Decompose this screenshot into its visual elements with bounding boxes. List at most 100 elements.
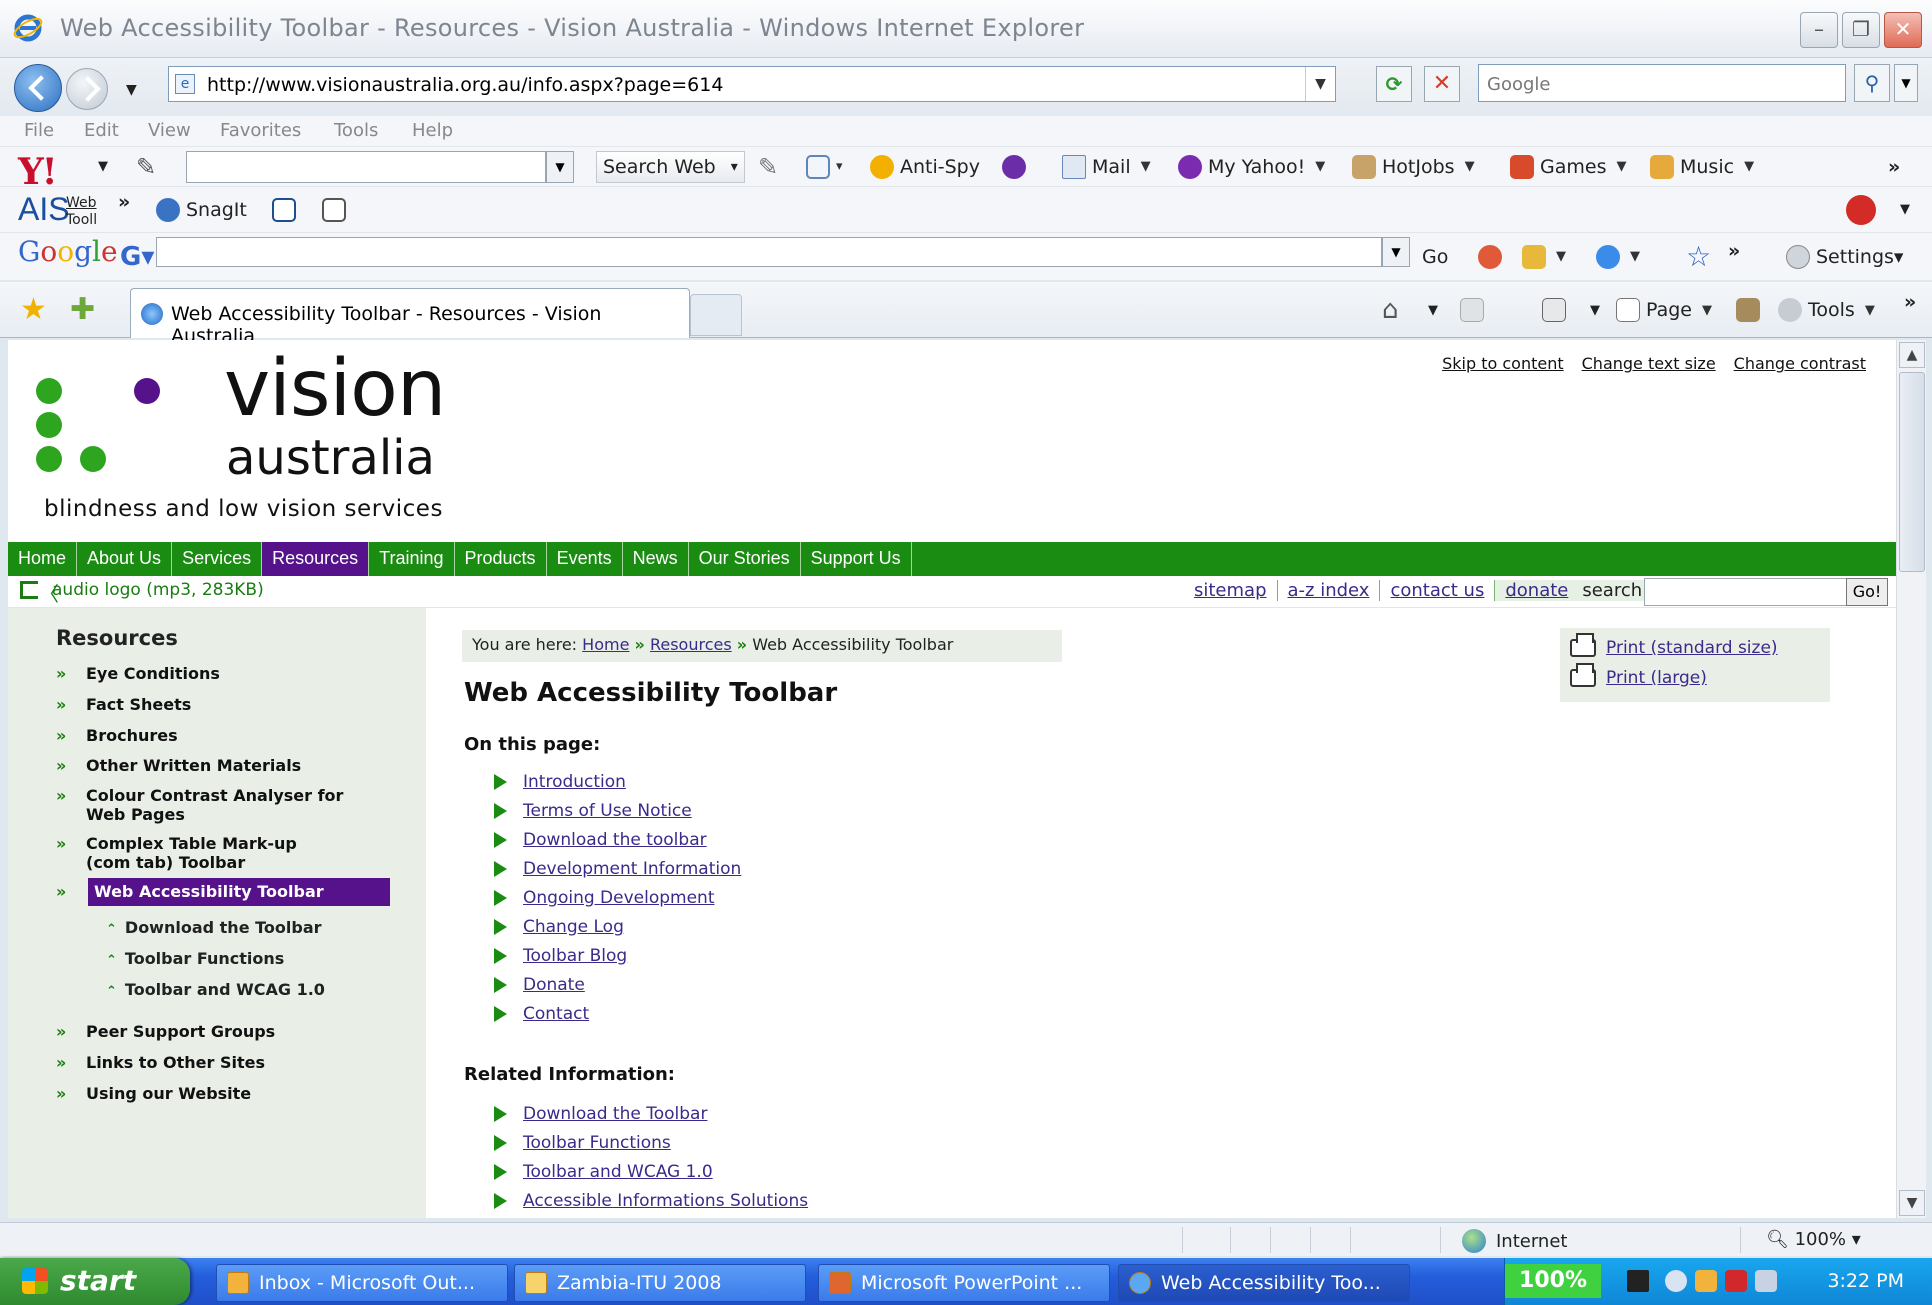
nav-news[interactable]: News [623, 542, 689, 576]
menu-edit[interactable]: Edit [84, 120, 119, 141]
scroll-thumb[interactable] [1899, 372, 1925, 572]
outlook-tray-icon[interactable] [1695, 1270, 1717, 1292]
sidebar-item-using-website[interactable]: » Using our Website [56, 1084, 346, 1103]
power-icon[interactable] [1627, 1270, 1649, 1292]
scroll-down-icon[interactable]: ▼ [1899, 1190, 1925, 1216]
minimize-button[interactable]: – [1800, 12, 1838, 48]
skip-to-content-link[interactable]: Skip to content [1442, 354, 1564, 373]
yahoo-more-chevron-icon[interactable]: » [1888, 147, 1900, 186]
feeds-icon[interactable] [1460, 290, 1490, 330]
home-icon[interactable]: ⌂ [1382, 290, 1399, 330]
donate-link[interactable]: donate [1495, 580, 1579, 601]
stop-button[interactable]: ✕ [1424, 66, 1460, 102]
back-button[interactable] [14, 64, 62, 112]
search-input[interactable]: Google [1478, 64, 1846, 102]
link-development-information[interactable]: Development Information [523, 859, 741, 879]
maximize-button[interactable]: ❐ [1842, 12, 1880, 48]
flag-icon[interactable] [1725, 1270, 1747, 1292]
page-menu-button[interactable]: Page ▼ [1616, 290, 1712, 330]
site-search-go-button[interactable]: Go! [1846, 578, 1888, 606]
yahoo-search-dropdown-icon[interactable]: ▼ [546, 151, 574, 183]
google-pagerank-icon[interactable] [1478, 233, 1508, 280]
link-ongoing-development[interactable]: Ongoing Development [523, 888, 714, 908]
related-link-functions[interactable]: Toolbar Functions [523, 1133, 671, 1153]
taskbar-internet-explorer[interactable]: Web Accessibility Too... [1118, 1264, 1410, 1302]
safety-icon[interactable] [1736, 290, 1766, 330]
scroll-up-icon[interactable]: ▲ [1899, 342, 1925, 368]
audio-logo-link[interactable]: audio logo (mp3, 283KB) [20, 578, 264, 607]
yahoo-search-input[interactable] [186, 151, 546, 183]
breadcrumb-home-link[interactable]: Home [582, 635, 629, 654]
tools-menu-button[interactable]: Tools ▼ [1778, 290, 1875, 330]
google-g-icon[interactable]: G▾ [120, 233, 154, 280]
snagit-button[interactable]: SnagIt [156, 187, 247, 232]
games-button[interactable]: Games ▼ [1510, 147, 1626, 186]
nav-training[interactable]: Training [369, 542, 455, 576]
address-field[interactable]: e http://www.visionaustralia.org.au/info… [168, 66, 1336, 102]
taskbar-zambia-folder[interactable]: Zambia-ITU 2008 [514, 1264, 806, 1302]
taskbar-powerpoint[interactable]: Microsoft PowerPoint ... [818, 1264, 1110, 1302]
menu-tools[interactable]: Tools [334, 120, 378, 141]
site-search-input[interactable] [1644, 578, 1850, 606]
google-search-input[interactable] [156, 237, 1382, 267]
page-scrollbar[interactable]: ▲ ▼ [1896, 340, 1926, 1218]
google-go-button[interactable]: Go [1422, 233, 1448, 280]
menu-file[interactable]: File [24, 120, 54, 141]
search-web-button[interactable]: Search Web [596, 151, 745, 183]
google-logo[interactable]: Google [18, 235, 118, 268]
sidebar-item-other-written-materials[interactable]: » Other Written Materials [56, 756, 346, 775]
nav-about-us[interactable]: About Us [77, 542, 173, 576]
change-contrast-link[interactable]: Change contrast [1734, 354, 1866, 373]
highlighter-icon[interactable]: ✎ [758, 147, 778, 186]
google-popup-blocker-icon[interactable]: ▼ [1522, 233, 1566, 280]
forward-button[interactable] [66, 68, 108, 110]
nav-home[interactable]: Home [8, 542, 78, 576]
sidebar-item-brochures[interactable]: » Brochures [56, 726, 346, 745]
link-contact[interactable]: Contact [523, 1004, 589, 1024]
ais-more-chevron-icon[interactable]: » [118, 179, 130, 224]
start-button[interactable]: start [0, 1258, 190, 1305]
google-translate-icon[interactable]: ▼ [1596, 233, 1640, 280]
change-text-size-link[interactable]: Change text size [1582, 354, 1716, 373]
print-dropdown-icon[interactable]: ▼ [1590, 290, 1600, 330]
menu-view[interactable]: View [148, 120, 191, 141]
battery-percent[interactable]: 100% [1505, 1264, 1601, 1298]
related-link-wcag[interactable]: Toolbar and WCAG 1.0 [523, 1162, 713, 1182]
yahoo-help-icon[interactable] [1002, 147, 1032, 186]
zoom-level[interactable]: 🔍︎ 100% ▾ [1766, 1229, 1861, 1250]
taskbar-outlook[interactable]: Inbox - Microsoft Out... [216, 1264, 508, 1302]
pdf-icon[interactable] [1846, 187, 1882, 232]
window-options-icon[interactable]: ▾ [806, 147, 843, 186]
sidebar-subitem-wcag[interactable]: ⌃ Toolbar and WCAG 1.0 [106, 980, 325, 999]
google-search-dropdown-icon[interactable]: ▼ [1382, 237, 1410, 267]
snagit-capture-icon[interactable] [272, 187, 302, 232]
sidebar-item-eye-conditions[interactable]: » Eye Conditions [56, 664, 346, 683]
az-index-link[interactable]: a-z index [1278, 580, 1381, 601]
related-link-accessible-information[interactable]: Accessible Informations Solutions [523, 1191, 808, 1211]
sidebar-item-links-other-sites[interactable]: » Links to Other Sites [56, 1053, 346, 1072]
sidebar-item-complex-table-markup[interactable]: » Complex Table Mark-up (com tab) Toolbar [56, 834, 346, 872]
nav-support-us[interactable]: Support Us [801, 542, 912, 576]
refresh-button[interactable]: ⟳ [1376, 66, 1412, 102]
back-arrow-icon[interactable] [1665, 1270, 1687, 1292]
sidebar-item-fact-sheets[interactable]: » Fact Sheets [56, 695, 346, 714]
close-button[interactable]: ✕ [1884, 12, 1922, 48]
sidebar-subitem-download[interactable]: ⌃ Download the Toolbar [106, 918, 322, 937]
history-dropdown-icon[interactable]: ▼ [126, 82, 137, 98]
home-dropdown-icon[interactable]: ▼ [1428, 290, 1438, 330]
menu-help[interactable]: Help [412, 120, 453, 141]
sidebar-item-colour-contrast-analyser[interactable]: » Colour Contrast Analyser for Web Pages [56, 786, 346, 824]
link-toolbar-blog[interactable]: Toolbar Blog [523, 946, 627, 966]
link-change-log[interactable]: Change Log [523, 917, 624, 937]
music-button[interactable]: Music ▼ [1650, 147, 1754, 186]
google-settings-button[interactable]: Settings▾ [1786, 233, 1903, 280]
sidebar-item-web-accessibility-toolbar[interactable]: Web Accessibility Toolbar [88, 878, 390, 906]
sitemap-link[interactable]: sitemap [1184, 580, 1278, 601]
print-icon[interactable] [1542, 290, 1572, 330]
nav-resources[interactable]: Resources [262, 542, 370, 576]
hotjobs-button[interactable]: HotJobs ▼ [1352, 147, 1475, 186]
sidebar-item-peer-support[interactable]: » Peer Support Groups [56, 1022, 346, 1041]
mail-button[interactable]: Mail ▼ [1062, 147, 1151, 186]
search-options-dropdown-icon[interactable]: ▼ [1894, 64, 1918, 102]
nav-products[interactable]: Products [455, 542, 547, 576]
